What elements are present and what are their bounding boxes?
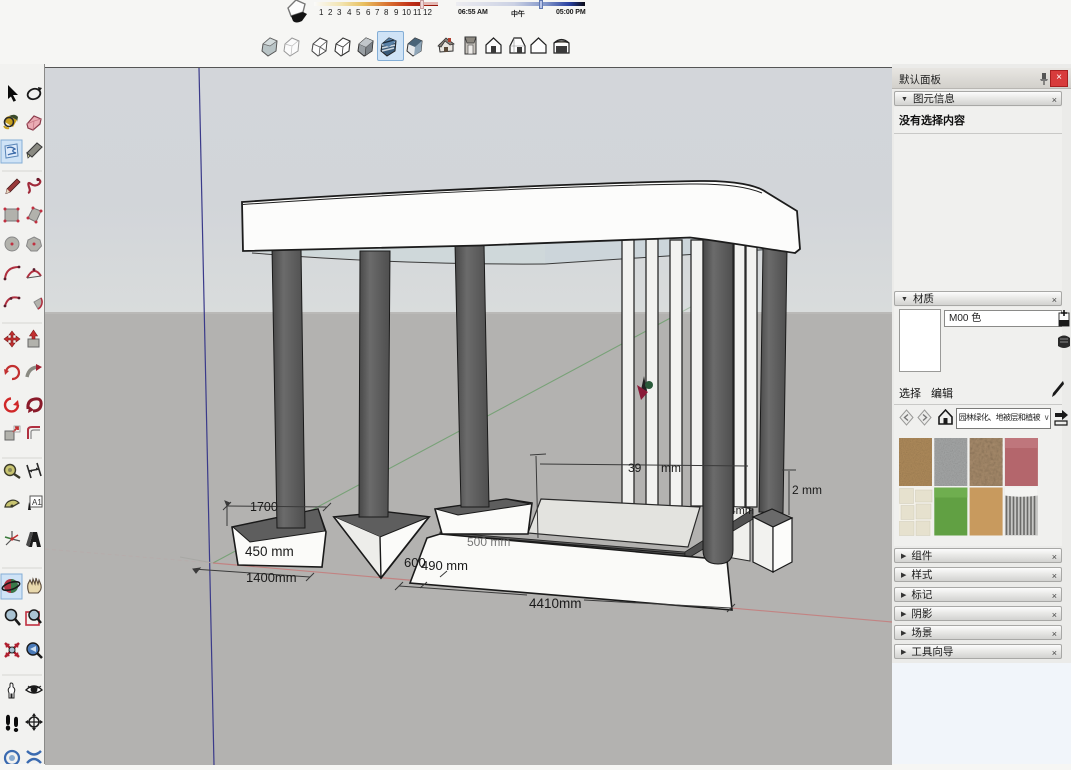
svg-text:490 mm: 490 mm bbox=[421, 558, 468, 573]
svg-text:1700: 1700 bbox=[250, 500, 278, 514]
svg-text:450 mm: 450 mm bbox=[245, 544, 294, 559]
svg-text:1400mm: 1400mm bbox=[246, 570, 297, 585]
svg-text:4410mm: 4410mm bbox=[529, 596, 582, 611]
svg-text:39: 39 bbox=[628, 461, 642, 475]
svg-text:2 mm: 2 mm bbox=[792, 483, 822, 497]
svg-text:A1: A1 bbox=[32, 498, 42, 507]
svg-text:500 mm: 500 mm bbox=[467, 535, 510, 549]
svg-text:mm: mm bbox=[661, 461, 681, 475]
